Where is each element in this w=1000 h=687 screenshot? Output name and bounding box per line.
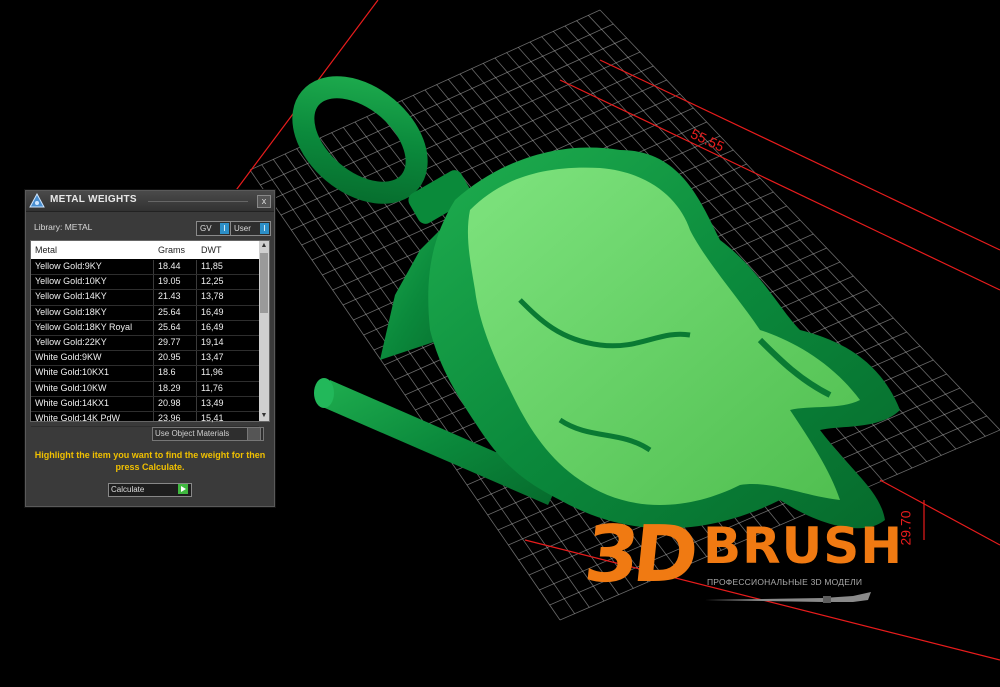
cell-dwt: 13,78 bbox=[201, 291, 224, 302]
table-row[interactable]: Yellow Gold:18KY 25.64 16,49 bbox=[31, 306, 259, 321]
cell-metal: White Gold:10KX1 bbox=[35, 367, 110, 378]
cell-metal: Yellow Gold:18KY Royal bbox=[35, 321, 133, 332]
use-object-materials-checkbox[interactable] bbox=[247, 427, 261, 441]
user-toggle[interactable]: User I bbox=[230, 221, 271, 236]
table-row[interactable]: White Gold:10KX1 18.6 11,96 bbox=[31, 366, 259, 382]
matrix-logo-icon bbox=[29, 193, 45, 208]
table-scrollbar[interactable]: ▲ ▼ bbox=[259, 241, 269, 421]
gv-toggle[interactable]: GV I bbox=[196, 221, 231, 236]
table-body: Yellow Gold:9KY 18.44 11,85 Yellow Gold:10K… bbox=[31, 260, 259, 428]
cell-dwt: 11,76 bbox=[201, 382, 223, 393]
table-row[interactable]: Yellow Gold:18KY Royal 25.64 16,49 bbox=[31, 321, 259, 336]
cell-metal: Yellow Gold:22KY bbox=[35, 336, 107, 347]
cell-dwt: 16,49 bbox=[201, 321, 224, 332]
cell-dwt: 13,49 bbox=[201, 397, 224, 408]
table-header: Metal Grams DWT bbox=[31, 241, 259, 259]
bail-ring bbox=[292, 76, 428, 204]
table-row[interactable]: White Gold:14KX1 20.98 13,49 bbox=[31, 397, 259, 412]
cell-grams: 25.64 bbox=[158, 306, 181, 317]
logo-name: BRUSH bbox=[703, 517, 904, 575]
table-row[interactable]: White Gold:14K PdW 23.96 15,41 bbox=[31, 412, 259, 428]
gv-toggle-label: GV bbox=[200, 224, 212, 233]
cell-grams: 20.95 bbox=[158, 352, 181, 363]
brand-logo: 3D BRUSH ПРОФЕССИОНАЛЬНЫЕ 3D МОДЕЛИ bbox=[580, 510, 902, 640]
cell-metal: Yellow Gold:10KY bbox=[35, 276, 107, 287]
cell-metal: White Gold:10KW bbox=[35, 382, 107, 393]
table-row[interactable]: Yellow Gold:9KY 18.44 11,85 bbox=[31, 260, 259, 276]
library-label: Library: METAL bbox=[34, 222, 93, 232]
cell-grams: 19.05 bbox=[158, 276, 181, 287]
table-row[interactable]: White Gold:9KW 20.95 13,47 bbox=[31, 351, 259, 367]
cell-metal: White Gold:9KW bbox=[35, 352, 102, 363]
toggle-indicator-icon: I bbox=[260, 223, 269, 234]
cell-metal: Yellow Gold:18KY bbox=[35, 306, 107, 317]
scroll-down-icon[interactable]: ▼ bbox=[259, 411, 269, 421]
close-button[interactable]: x bbox=[257, 195, 271, 208]
calculate-play-icon[interactable] bbox=[178, 484, 188, 494]
table-row[interactable]: Yellow Gold:10KY 19.05 12,25 bbox=[31, 275, 259, 291]
cell-grams: 18.44 bbox=[158, 261, 181, 271]
cell-grams: 25.64 bbox=[158, 321, 181, 332]
dialog-titlebar[interactable]: METAL WEIGHTS x bbox=[26, 191, 274, 212]
cell-grams: 18.6 bbox=[158, 367, 176, 378]
cell-dwt: 19,14 bbox=[201, 336, 224, 347]
column-header-metal[interactable]: Metal bbox=[35, 245, 57, 255]
metal-weights-dialog: METAL WEIGHTS x Library: METAL GV I User… bbox=[25, 190, 275, 507]
cell-dwt: 11,96 bbox=[201, 367, 223, 378]
cell-grams: 21.43 bbox=[158, 291, 181, 302]
metal-table: Metal Grams DWT Yellow Gold:9KY 18.44 11,8… bbox=[30, 240, 270, 428]
cell-grams: 18.29 bbox=[158, 382, 181, 393]
instruction-text: Highlight the item you want to find the … bbox=[34, 450, 266, 472]
cell-metal: Yellow Gold:9KY bbox=[35, 261, 102, 271]
cell-dwt: 16,49 bbox=[201, 306, 224, 317]
logo-mark: 3D bbox=[580, 510, 697, 600]
cell-grams: 23.96 bbox=[158, 412, 181, 423]
scroll-up-icon[interactable]: ▲ bbox=[259, 241, 269, 251]
dialog-title: METAL WEIGHTS bbox=[50, 194, 137, 205]
cell-dwt: 12,25 bbox=[201, 276, 224, 287]
table-row[interactable]: Yellow Gold:14KY 21.43 13,78 bbox=[31, 290, 259, 306]
cell-metal: Yellow Gold:14KY bbox=[35, 291, 107, 302]
cell-dwt: 13,47 bbox=[201, 352, 224, 363]
cell-dwt: 15,41 bbox=[201, 412, 224, 423]
column-header-dwt[interactable]: DWT bbox=[201, 245, 222, 255]
logo-tagline: ПРОФЕССИОНАЛЬНЫЕ 3D МОДЕЛИ bbox=[707, 577, 863, 587]
cell-metal: White Gold:14KX1 bbox=[35, 397, 110, 408]
pendant-model[interactable] bbox=[283, 66, 900, 529]
title-divider bbox=[148, 201, 248, 202]
cell-grams: 29.77 bbox=[158, 336, 181, 347]
user-toggle-label: User bbox=[234, 224, 251, 233]
brush-icon bbox=[705, 592, 871, 603]
table-row[interactable]: Yellow Gold:22KY 29.77 19,14 bbox=[31, 336, 259, 352]
table-row[interactable]: White Gold:10KW 18.29 11,76 bbox=[31, 382, 259, 397]
scrollbar-thumb[interactable] bbox=[260, 253, 268, 313]
toggle-indicator-icon: I bbox=[220, 223, 229, 234]
cell-grams: 20.98 bbox=[158, 397, 181, 408]
cell-metal: White Gold:14K PdW bbox=[35, 412, 121, 423]
column-header-grams[interactable]: Grams bbox=[158, 245, 185, 255]
cell-dwt: 11,85 bbox=[201, 261, 223, 271]
